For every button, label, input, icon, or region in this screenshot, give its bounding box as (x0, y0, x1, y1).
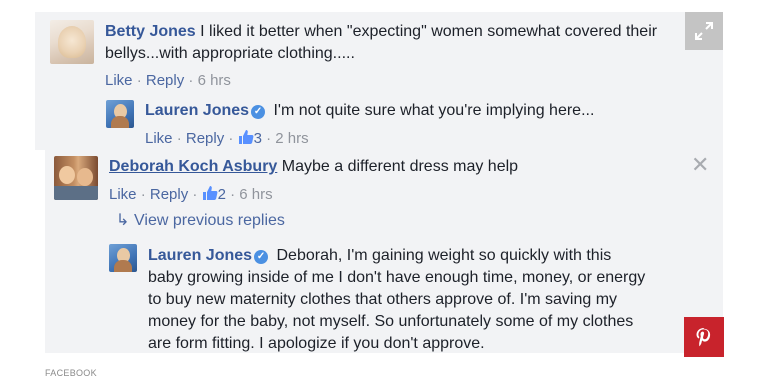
comment-text-cont: bellys...with appropriate clothing..... (105, 45, 355, 62)
comment-text-cont: are form fitting. I apologize if you don… (148, 335, 485, 352)
expand-icon (695, 22, 713, 40)
like-link[interactable]: Like (105, 72, 133, 89)
view-replies-label: View previous replies (134, 212, 285, 229)
separator: · (228, 130, 234, 147)
thread-divider (35, 150, 45, 353)
comment-author[interactable]: Lauren Jones (145, 102, 249, 119)
separator: · (176, 130, 182, 147)
reaction-count[interactable]: 3 (238, 130, 267, 147)
separator: · (188, 72, 194, 89)
close-icon[interactable]: ✕ (691, 154, 709, 176)
avatar[interactable] (109, 244, 137, 272)
comment-text-cont: to buy new maternity clothes that others… (148, 291, 618, 308)
comment-author[interactable]: Betty Jones (105, 23, 196, 40)
like-link[interactable]: Like (109, 186, 137, 203)
avatar[interactable] (106, 100, 134, 128)
reply-link[interactable]: Reply (186, 130, 224, 147)
comment-2-line: Lauren Jones ✓ I'm not quite sure what yo… (145, 101, 594, 121)
reaction-count-value: 3 (253, 130, 262, 147)
verified-badge-icon: ✓ (254, 250, 269, 264)
separator: · (140, 186, 146, 203)
comment-4-line-1: Lauren Jones ✓ Deborah, I'm gaining weigh… (148, 246, 611, 266)
comment-text: Maybe a different dress may help (281, 158, 519, 175)
comment-text: I'm not quite sure what you're implying … (273, 102, 595, 119)
expand-button[interactable] (685, 12, 723, 50)
separator: · (136, 72, 142, 89)
thumbs-up-icon (238, 130, 254, 144)
pinterest-icon (696, 328, 711, 347)
comment-2-actions: Like · Reply · 3 · 2 hrs (145, 129, 309, 148)
comment-text: Deborah, I'm gaining weight so quickly w… (276, 247, 612, 264)
verified-badge-icon: ✓ (251, 105, 266, 119)
comment-1-line-1: Betty Jones I liked it better when "expe… (105, 22, 657, 42)
separator: · (192, 186, 198, 203)
comment-1-actions: Like · Reply · 6 hrs (105, 72, 231, 90)
image-credit: FACEBOOK (45, 368, 97, 378)
reply-arrow-icon: ↳ (116, 212, 130, 229)
comment-author[interactable]: Deborah Koch Asbury (109, 158, 277, 175)
reply-link[interactable]: Reply (150, 186, 188, 203)
reply-link[interactable]: Reply (146, 72, 184, 89)
comment-3-line: Deborah Koch Asbury Maybe a different dr… (109, 157, 518, 177)
comment-3-actions: Like · Reply · 2 · 6 hrs (109, 185, 273, 204)
separator: · (230, 186, 236, 203)
timestamp[interactable]: 6 hrs (198, 72, 231, 89)
thumbs-up-icon (202, 186, 218, 200)
pinterest-button[interactable] (684, 317, 724, 357)
avatar[interactable] (50, 20, 94, 64)
reaction-count-value: 2 (217, 186, 226, 203)
timestamp[interactable]: 6 hrs (239, 186, 272, 203)
separator: · (266, 130, 272, 147)
comment-text-cont: baby growing inside of me I don't have e… (148, 269, 646, 286)
timestamp[interactable]: 2 hrs (275, 130, 308, 147)
reaction-count[interactable]: 2 (202, 186, 231, 203)
comment-text: I liked it better when "expecting" women… (200, 23, 658, 40)
comment-text-cont: money for the baby, not myself. So unfor… (148, 313, 634, 330)
like-link[interactable]: Like (145, 130, 173, 147)
comment-author[interactable]: Lauren Jones (148, 247, 252, 264)
view-previous-replies[interactable]: ↳ View previous replies (116, 212, 285, 230)
avatar[interactable] (54, 156, 98, 200)
